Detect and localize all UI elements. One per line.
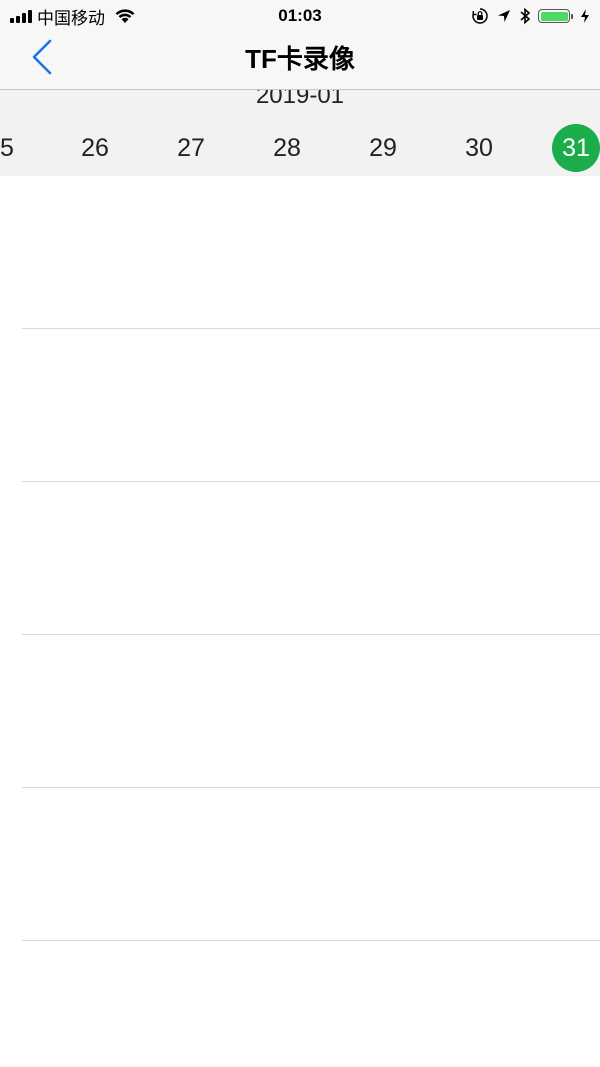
day-29[interactable]: 29 [359, 124, 407, 172]
recording-list [0, 176, 600, 941]
status-bar: 中国移动 01:03 [0, 0, 600, 32]
day-25[interactable]: 25 [0, 124, 24, 172]
charging-bolt-icon [581, 9, 589, 23]
bluetooth-icon [520, 7, 531, 25]
day-31-selected[interactable]: 31 [552, 124, 600, 172]
month-label: 2019-01 [255, 90, 345, 109]
day-30[interactable]: 30 [455, 124, 503, 172]
list-item[interactable] [22, 635, 600, 788]
orientation-lock-icon [472, 8, 488, 24]
battery-icon [538, 9, 573, 23]
list-item[interactable] [22, 788, 600, 941]
location-arrow-icon [498, 10, 510, 22]
day-26[interactable]: 26 [71, 124, 119, 172]
date-picker[interactable]: 2019-01 25 26 27 28 29 30 31 [0, 90, 600, 176]
status-right [471, 5, 590, 27]
list-item[interactable] [22, 329, 600, 482]
page-title: TF卡录像 [245, 44, 355, 74]
list-item[interactable] [22, 176, 600, 329]
list-item[interactable] [22, 482, 600, 635]
day-28[interactable]: 28 [263, 124, 311, 172]
day-27[interactable]: 27 [167, 124, 215, 172]
nav-bar: TF卡录像 [0, 32, 600, 90]
